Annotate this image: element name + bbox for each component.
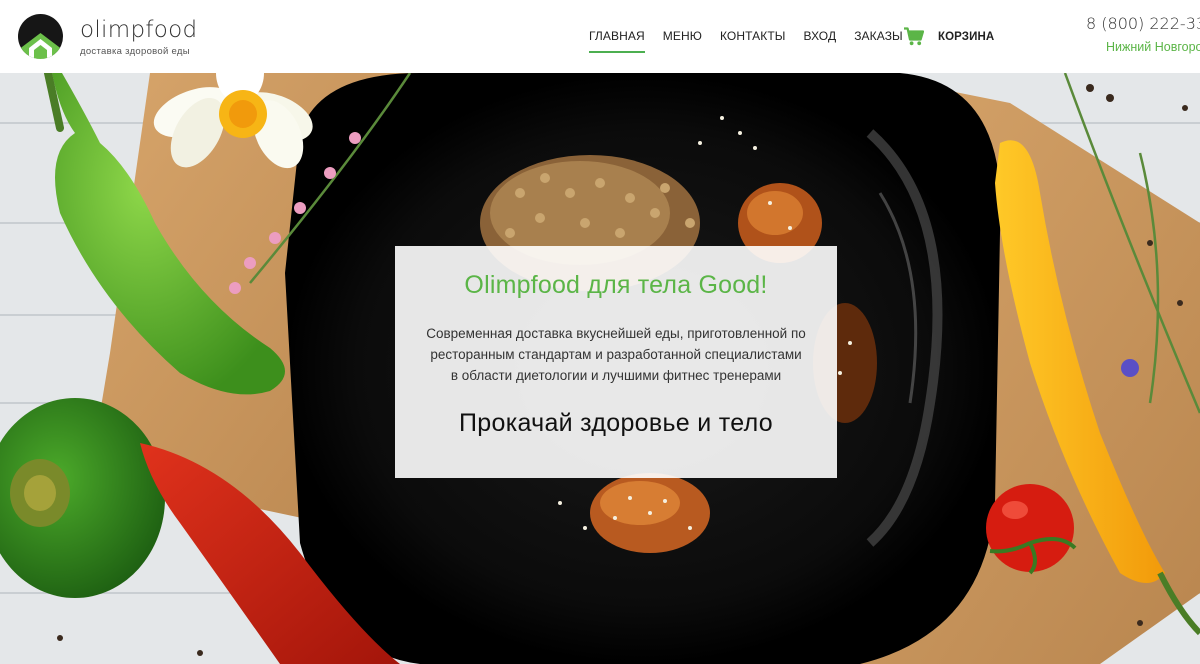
logo-text: olimpfood доставка здоровой еды [80,17,197,57]
brand-name: olimpfood [80,16,198,43]
nav-item-login[interactable]: ВХОД [804,30,837,50]
mountain-house-logo-icon [18,14,63,59]
contact-block: 8 (800) 222-33 Нижний Новгород [1086,14,1200,54]
cart-button[interactable]: КОРЗИНА [904,27,994,46]
phone-link[interactable]: 8 (800) 222-33 [1086,14,1200,33]
city-selector[interactable]: Нижний Новгород [1106,40,1200,54]
nav-item-orders[interactable]: ЗАКАЗЫ [854,30,903,50]
hero-title: Olimpfood для тела Good! [464,271,768,299]
cart-label: КОРЗИНА [938,30,995,43]
site-header: olimpfood доставка здоровой еды ГЛАВНАЯ … [0,0,1200,73]
hero-card: Olimpfood для тела Good! Современная дос… [395,246,837,478]
hero-description: Современная доставка вкуснейшей еды, при… [426,326,806,383]
hero-slogan: Прокачай здоровье и тело [459,409,773,437]
nav-item-menu[interactable]: МЕНЮ [663,30,702,50]
cart-icon [904,27,924,46]
main-nav: ГЛАВНАЯ МЕНЮ КОНТАКТЫ ВХОД ЗАКАЗЫ [589,30,921,53]
nav-item-home[interactable]: ГЛАВНАЯ [589,30,645,53]
logo[interactable]: olimpfood доставка здоровой еды [18,14,197,59]
hero-section: Olimpfood для тела Good! Современная дос… [0,73,1200,664]
nav-item-contacts[interactable]: КОНТАКТЫ [720,30,786,50]
brand-tagline: доставка здоровой еды [80,45,190,57]
